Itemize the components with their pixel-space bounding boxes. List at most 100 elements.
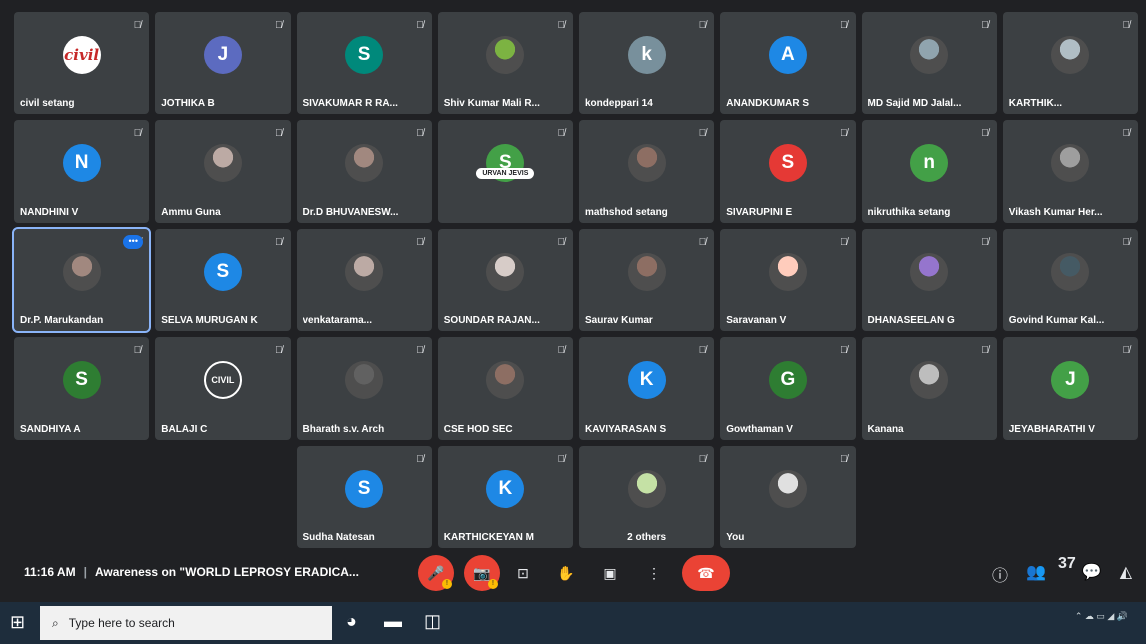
mic-off-icon: 🎙̸ <box>981 345 989 357</box>
participant-name: Bharath s.v. Arch <box>302 423 385 435</box>
participant-tile[interactable]: S 🎙̸ URVAN JEVIS <box>437 120 573 223</box>
taskbar-search-box[interactable]: ⌕ Type here to search <box>40 606 332 640</box>
participant-name: Vikash Kumar Her... <box>1008 206 1103 218</box>
file-explorer-taskbar-icon[interactable]: ▬ <box>384 611 402 632</box>
activities-button[interactable]: ◭ <box>1120 562 1132 586</box>
meeting-details-button[interactable]: ⓘ <box>992 562 1008 586</box>
participant-tile[interactable]: 🎙̸ SOUNDAR RAJAN... <box>437 228 573 332</box>
app-taskbar-icon[interactable]: ◫ <box>424 611 441 632</box>
participant-tile[interactable]: civil 🎙̸ civil setang <box>14 12 150 115</box>
info-icon: ⓘ <box>992 568 1009 585</box>
participant-tile[interactable]: 🎙̸ DHANASEELAN G <box>861 228 997 332</box>
leave-call-button[interactable]: ☎ <box>682 555 730 591</box>
participant-name: mathshod setang <box>585 206 668 218</box>
avatar: k <box>627 36 666 74</box>
mic-off-icon: 🎙̸ <box>840 20 848 31</box>
participant-tile[interactable]: K 🎙̸ KAVIYARASAN S <box>579 337 715 440</box>
avatar: CIVIL <box>203 361 242 400</box>
camera-toggle-button[interactable]: 📷! <box>464 555 500 591</box>
mic-off-icon: 🎙̸ <box>416 236 424 248</box>
mic-off-icon: 🎙̸ <box>275 236 283 248</box>
avatar: A <box>768 36 807 74</box>
participant-tile[interactable]: 🎙̸ CSE HOD SEC <box>437 337 573 440</box>
participant-tile[interactable]: A 🎙̸ ANANDKUMAR S <box>720 12 856 115</box>
more-vert-icon: ⋮ <box>647 564 661 581</box>
microphone-toggle-button[interactable]: 🎤! <box>418 555 454 591</box>
participant-tile[interactable]: 🎙̸ Bharath s.v. Arch <box>296 337 432 440</box>
mic-off-icon: 🎙̸ <box>133 20 142 31</box>
participant-tile[interactable]: S 🎙̸ SIVARUPINI E <box>720 120 856 223</box>
speaker-chip: URVAN JEVIS <box>476 168 535 180</box>
mic-off-icon: 🎙̸ <box>1122 345 1131 357</box>
empty-tile <box>155 446 290 548</box>
participant-tile[interactable]: S 🎙̸ SANDHIYA A <box>14 337 150 440</box>
separator: | <box>83 565 87 579</box>
avatar <box>1051 144 1090 183</box>
mic-off-icon: 🎙̸ <box>840 128 848 140</box>
participant-name: BALAJI C <box>161 423 208 435</box>
participant-tile[interactable]: 🎙̸ MD Sajid MD Jalal... <box>861 12 997 115</box>
tray-icons: ⌃ ☁ ▭ ◢ 🔊 <box>1074 611 1128 621</box>
participant-tile[interactable]: K 🎙̸ KARTHICKEYAN M <box>437 445 573 548</box>
mic-off-icon: 🎙̸ <box>1122 128 1131 140</box>
participant-tile[interactable]: 🎙̸ You <box>720 445 856 548</box>
captions-button[interactable]: ⊡ <box>505 555 541 591</box>
participant-tile[interactable]: 🎙̸ Dr.D BHUVANESW... <box>296 120 432 223</box>
participant-tile[interactable]: 🎙̸ Vikash Kumar Her... <box>1002 120 1138 223</box>
participant-tile[interactable]: CIVIL 🎙̸ BALAJI C <box>155 337 291 440</box>
participants-button[interactable]: 👥 37 <box>1026 555 1076 586</box>
chat-button[interactable]: 💬 <box>1082 562 1102 586</box>
participant-tile[interactable]: S 🎙̸ Sudha Natesan <box>296 445 432 548</box>
participant-tile[interactable]: J 🎙̸ JEYABHARATHI V <box>1002 337 1138 440</box>
participant-name: Govind Kumar Kal... <box>1008 315 1105 327</box>
empty-tile <box>1003 446 1138 548</box>
participant-tile[interactable]: J 🎙̸ JOTHIKA B <box>155 12 291 115</box>
mic-off-icon: 🎙̸ <box>416 453 424 465</box>
participant-name: civil setang <box>20 98 75 110</box>
meeting-info: 11:16 AM | Awareness on "WORLD LEPROSY ERA… <box>24 565 359 579</box>
participant-tile[interactable]: G 🎙̸ Gowthaman V <box>720 337 856 440</box>
participant-tile[interactable]: 🎙̸ Shiv Kumar Mali R... <box>437 12 573 115</box>
participant-tile[interactable]: 🎙̸ Saurav Kumar <box>579 228 715 332</box>
chrome-taskbar-icon[interactable]: ◕ <box>346 611 357 632</box>
mic-off-icon: 🎙̸ <box>557 128 566 140</box>
participant-tile[interactable]: 🎙̸ Govind Kumar Kal... <box>1002 228 1138 332</box>
raise-hand-button[interactable]: ✋ <box>548 555 584 591</box>
avatar <box>203 144 242 183</box>
participant-tile[interactable]: 🎙̸ Kanana <box>861 337 997 440</box>
avatar <box>910 252 949 291</box>
present-screen-button[interactable]: ▣ <box>592 555 628 591</box>
more-options-icon[interactable]: ••• <box>123 234 144 249</box>
mic-off-icon: 🎙̸ <box>840 453 848 465</box>
participant-tile[interactable]: N 🎙̸ NANDHINI V <box>14 120 150 223</box>
participant-tile[interactable]: S 🎙̸ SIVAKUMAR R RA... <box>296 12 432 115</box>
chat-icon: 💬 <box>1081 564 1102 581</box>
windows-taskbar: ⊞ ⌕ Type here to search ◕ ▬ ◫ ⌃ ☁ ▭ ◢ 🔊 <box>0 602 1146 644</box>
avatar <box>910 36 949 74</box>
mic-off-icon: 🎙̸ <box>698 20 707 31</box>
participant-tile[interactable]: 🎙̸ 2 others <box>579 445 715 548</box>
participant-tile[interactable]: 🎙̸ KARTHIK... <box>1002 12 1138 115</box>
mic-off-icon: 🎙̸ <box>557 345 566 357</box>
avatar <box>627 252 666 291</box>
avatar <box>345 252 384 291</box>
mic-off-icon: 🎙̸ <box>981 236 989 248</box>
participant-tile[interactable]: 🎙̸•••Dr.P. Marukandan <box>11 226 152 334</box>
participant-tile[interactable]: n 🎙̸ nikruthika setang <box>861 120 997 223</box>
participant-tile[interactable]: 🎙̸ venkatarama... <box>296 228 432 332</box>
avatar <box>627 469 666 508</box>
avatar <box>345 361 384 400</box>
more-options-button[interactable]: ⋮ <box>636 555 672 591</box>
participant-name: Saravanan V <box>726 315 787 327</box>
participant-tile[interactable]: 🎙̸ Saravanan V <box>720 228 856 332</box>
mic-off-icon: 🎙̸ <box>275 128 283 140</box>
participant-tile[interactable]: k 🎙̸ kondeppari 14 <box>579 12 715 115</box>
participant-tile[interactable]: S 🎙̸ SELVA MURUGAN K <box>155 228 291 332</box>
participant-tile[interactable]: 🎙̸ mathshod setang <box>579 120 715 223</box>
participant-tile[interactable]: 🎙̸ Ammu Guna <box>155 120 291 223</box>
mic-off-icon: 🎙̸ <box>840 345 848 357</box>
participant-name: DHANASEELAN G <box>867 315 955 327</box>
windows-start-button[interactable]: ⊞ <box>10 612 25 633</box>
search-icon: ⌕ <box>52 615 59 630</box>
empty-tile <box>14 446 149 548</box>
